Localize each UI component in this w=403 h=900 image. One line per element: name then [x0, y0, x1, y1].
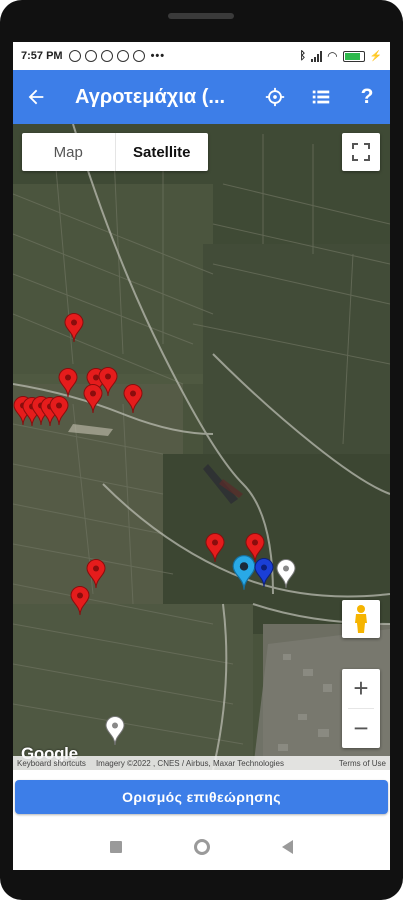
- map-marker-white[interactable]: [105, 716, 125, 746]
- terms-of-use-link[interactable]: Terms of Use: [339, 759, 386, 768]
- back-button[interactable]: [13, 70, 59, 124]
- satellite-imagery: [13, 124, 390, 770]
- alarm-icon: [84, 50, 97, 62]
- notification-icons: •••: [68, 50, 166, 62]
- satellite-map[interactable]: Map Satellite + − Google Keyboard shortc…: [13, 124, 390, 770]
- screen: 7:57 PM ••• ᛒ ◠ ⚡ Αγροτεμάχια (... ? Map…: [13, 42, 390, 870]
- recents-icon[interactable]: [110, 841, 122, 853]
- page-title: Αγροτεμάχια (...: [75, 85, 226, 108]
- tab-satellite[interactable]: Satellite: [116, 133, 209, 171]
- pegman-icon: [355, 605, 367, 633]
- charging-icon: ⚡: [369, 50, 382, 62]
- gps-icon: [265, 87, 285, 107]
- set-inspection-button[interactable]: Ορισμός επιθεώρησης: [15, 780, 388, 814]
- zoom-in-button[interactable]: +: [342, 669, 380, 708]
- app-bar-actions: ?: [252, 70, 390, 124]
- map-type-control: Map Satellite: [22, 133, 208, 171]
- battery-icon: [342, 50, 365, 62]
- fullscreen-icon: [352, 143, 370, 161]
- list-button[interactable]: [298, 70, 344, 124]
- back-icon[interactable]: [282, 840, 293, 854]
- map-marker-red[interactable]: [58, 368, 78, 398]
- map-attribution: Keyboard shortcuts Imagery ©2022 , CNES …: [13, 756, 390, 770]
- bluetooth-icon: ᛒ: [299, 50, 307, 62]
- list-icon: [312, 90, 330, 104]
- bottom-area: Ορισμός επιθεώρησης: [13, 770, 390, 870]
- map-marker-red[interactable]: [70, 586, 90, 616]
- zoom-out-button[interactable]: −: [342, 709, 380, 748]
- speaker-grille: [168, 13, 234, 19]
- fullscreen-button[interactable]: [342, 133, 380, 171]
- help-button[interactable]: ?: [344, 70, 390, 124]
- help-icon: ?: [360, 85, 374, 108]
- imagery-credit: Imagery ©2022 , CNES / Airbus, Maxar Tec…: [95, 758, 284, 768]
- system-icons: ᛒ ◠ ⚡: [299, 49, 382, 63]
- map-marker-location[interactable]: [232, 555, 256, 591]
- sync-icon: [68, 50, 81, 62]
- arrow-back-icon: [28, 89, 44, 105]
- map-marker-red[interactable]: [64, 313, 84, 343]
- status-bar: 7:57 PM ••• ᛒ ◠ ⚡: [13, 42, 390, 70]
- map-marker-blue[interactable]: [254, 558, 274, 588]
- map-marker-red[interactable]: [123, 384, 143, 414]
- my-location-button[interactable]: [252, 70, 298, 124]
- app-bar: Αγροτεμάχια (... ?: [13, 70, 390, 124]
- wifi-icon: ◠: [327, 49, 338, 63]
- map-marker-red[interactable]: [49, 396, 69, 426]
- facebook-icon: [116, 50, 129, 62]
- whatsapp-icon: [132, 50, 145, 62]
- messenger-icon: [100, 50, 113, 62]
- more-notifications: •••: [150, 50, 166, 62]
- status-time: 7:57 PM: [21, 50, 63, 62]
- navigation-bar: [13, 830, 390, 864]
- battery-fill: [344, 52, 360, 60]
- map-marker-red[interactable]: [83, 384, 103, 414]
- map-marker-white[interactable]: [276, 559, 296, 589]
- keyboard-shortcuts-link[interactable]: Keyboard shortcuts: [17, 759, 86, 768]
- street-view-button[interactable]: [342, 600, 380, 638]
- zoom-control: + −: [342, 669, 380, 748]
- map-marker-red[interactable]: [205, 533, 225, 563]
- signal-icon: [311, 50, 323, 62]
- map-marker-red[interactable]: [86, 559, 106, 589]
- phone-frame: 7:57 PM ••• ᛒ ◠ ⚡ Αγροτεμάχια (... ? Map…: [0, 0, 403, 900]
- tab-map[interactable]: Map: [22, 133, 116, 171]
- home-icon[interactable]: [194, 839, 210, 855]
